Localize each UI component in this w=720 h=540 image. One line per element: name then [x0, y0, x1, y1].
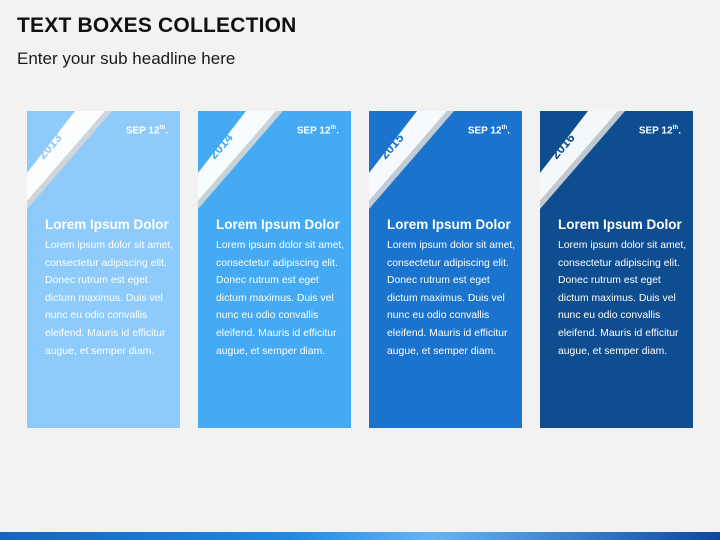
date-main: SEP 12: [296, 125, 331, 137]
bottom-accent-bar: [0, 532, 720, 540]
card-heading: Lorem Ipsum Dolor: [45, 217, 169, 232]
year-ribbon: 2014: [198, 111, 283, 209]
date-tail: .: [678, 125, 681, 137]
year-ribbon: 2015: [369, 111, 454, 209]
slide-title: TEXT BOXES COLLECTION: [17, 14, 297, 37]
text-box-card: 2014 SEP 12th. Lorem Ipsum Dolor Lorem i…: [198, 111, 351, 428]
date-label: SEP 12th.: [297, 125, 339, 136]
card-heading: Lorem Ipsum Dolor: [558, 217, 682, 232]
date-tail: .: [507, 125, 510, 137]
date-label: SEP 12th.: [126, 125, 168, 136]
card-heading: Lorem Ipsum Dolor: [216, 217, 340, 232]
date-tail: .: [165, 125, 168, 137]
year-ribbon: 2016: [540, 111, 625, 209]
text-box-card: 2015 SEP 12th. Lorem Ipsum Dolor Lorem i…: [369, 111, 522, 428]
card-heading: Lorem Ipsum Dolor: [387, 217, 511, 232]
date-main: SEP 12: [638, 125, 673, 137]
card-body-text: Lorem ipsum dolor sit amet, consectetur …: [387, 240, 516, 357]
slide-subtitle: Enter your sub headline here: [17, 49, 236, 68]
text-box-card: 2013 SEP 12th. Lorem Ipsum Dolor Lorem i…: [27, 111, 180, 428]
card-body-text: Lorem ipsum dolor sit amet, consectetur …: [45, 240, 174, 357]
date-main: SEP 12: [467, 125, 502, 137]
text-box-card: 2016 SEP 12th. Lorem Ipsum Dolor Lorem i…: [540, 111, 693, 428]
date-tail: .: [336, 125, 339, 137]
card-body-text: Lorem ipsum dolor sit amet, consectetur …: [216, 240, 345, 357]
date-label: SEP 12th.: [468, 125, 510, 136]
card-body-text: Lorem ipsum dolor sit amet, consectetur …: [558, 240, 687, 357]
date-main: SEP 12: [125, 125, 160, 137]
date-label: SEP 12th.: [639, 125, 681, 136]
year-ribbon: 2013: [27, 111, 112, 209]
